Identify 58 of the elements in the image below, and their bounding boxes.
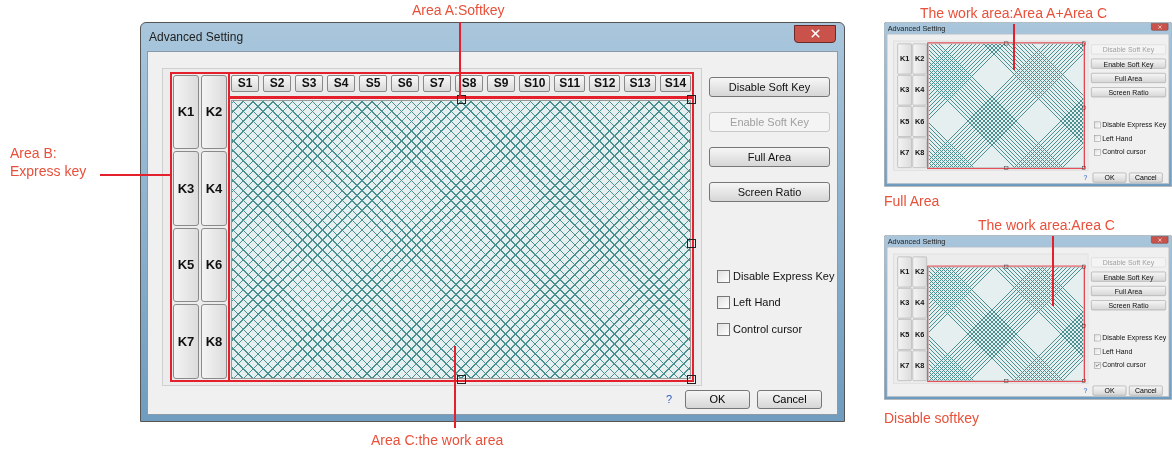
softkey[interactable]: S13 [624,74,656,92]
softkey[interactable]: S12 [589,74,621,92]
express-key[interactable]: K3 [173,151,199,226]
softkey[interactable]: S11 [554,74,586,92]
action-button[interactable]: Full Area [709,146,830,167]
action-button[interactable]: Disable Soft Key [709,76,830,97]
softkey[interactable]: S1 [231,74,259,92]
softkey[interactable]: S2 [263,74,291,92]
close-icon [808,27,822,41]
leader-line [1013,24,1015,70]
window-title: Advanced Setting [149,28,244,46]
figure-caption: Disable softkey [884,409,979,428]
checkbox[interactable] [717,322,730,336]
softkey[interactable]: S4 [327,74,355,92]
softkey[interactable]: S5 [359,74,387,92]
leader-line [100,174,172,176]
annotation-label: Area C:the work area [371,431,504,450]
checkbox[interactable] [1094,121,1101,129]
express-key[interactable]: K4 [201,151,227,226]
ok-button[interactable]: OK [685,389,750,409]
close-button[interactable] [794,24,836,43]
express-key[interactable]: K8 [201,304,227,379]
checkbox-label: Control cursor [733,321,803,337]
annotation-label: The work area:Area C [978,216,1115,235]
checkbox[interactable] [1094,135,1101,142]
checkbox-label: Disable Express Key [733,268,835,284]
checkbox[interactable] [717,296,730,310]
checkbox-label: Left Hand [733,295,781,311]
checkbox[interactable] [717,269,730,283]
help-link[interactable]: ? [665,391,672,408]
express-key[interactable]: K1 [173,74,199,150]
annotation-label: Express key [10,162,87,180]
annotation-label: Area B: [10,144,57,162]
annotation-label: The work area:Area A+Area C [920,4,1108,22]
resize-handle[interactable] [457,374,467,384]
cancel-button[interactable]: Cancel [757,389,822,409]
softkey[interactable]: S10 [519,74,551,92]
checkbox[interactable] [1094,361,1101,369]
resize-handle[interactable] [687,239,697,249]
express-key[interactable]: K2 [201,74,227,150]
resize-handle[interactable] [687,94,697,104]
leader-line [1052,236,1054,306]
checkbox[interactable] [1094,148,1101,156]
figure-caption: Full Area [884,192,940,211]
softkey[interactable]: S7 [423,74,451,92]
express-key[interactable]: K6 [201,227,227,303]
resize-handle[interactable] [687,374,697,384]
softkey[interactable]: S3 [295,74,323,92]
checkbox[interactable] [1094,334,1101,342]
checkbox[interactable] [1094,348,1101,355]
annotation-label: Area A:Softkey [412,1,505,21]
softkey[interactable]: S14 [659,74,692,92]
softkey[interactable]: S9 [487,74,515,92]
express-key[interactable]: K7 [173,304,199,379]
action-button[interactable]: Screen Ratio [709,181,830,202]
express-key[interactable]: K5 [173,227,199,303]
softkey[interactable]: S6 [391,74,419,92]
softkey[interactable]: S8 [455,74,483,92]
